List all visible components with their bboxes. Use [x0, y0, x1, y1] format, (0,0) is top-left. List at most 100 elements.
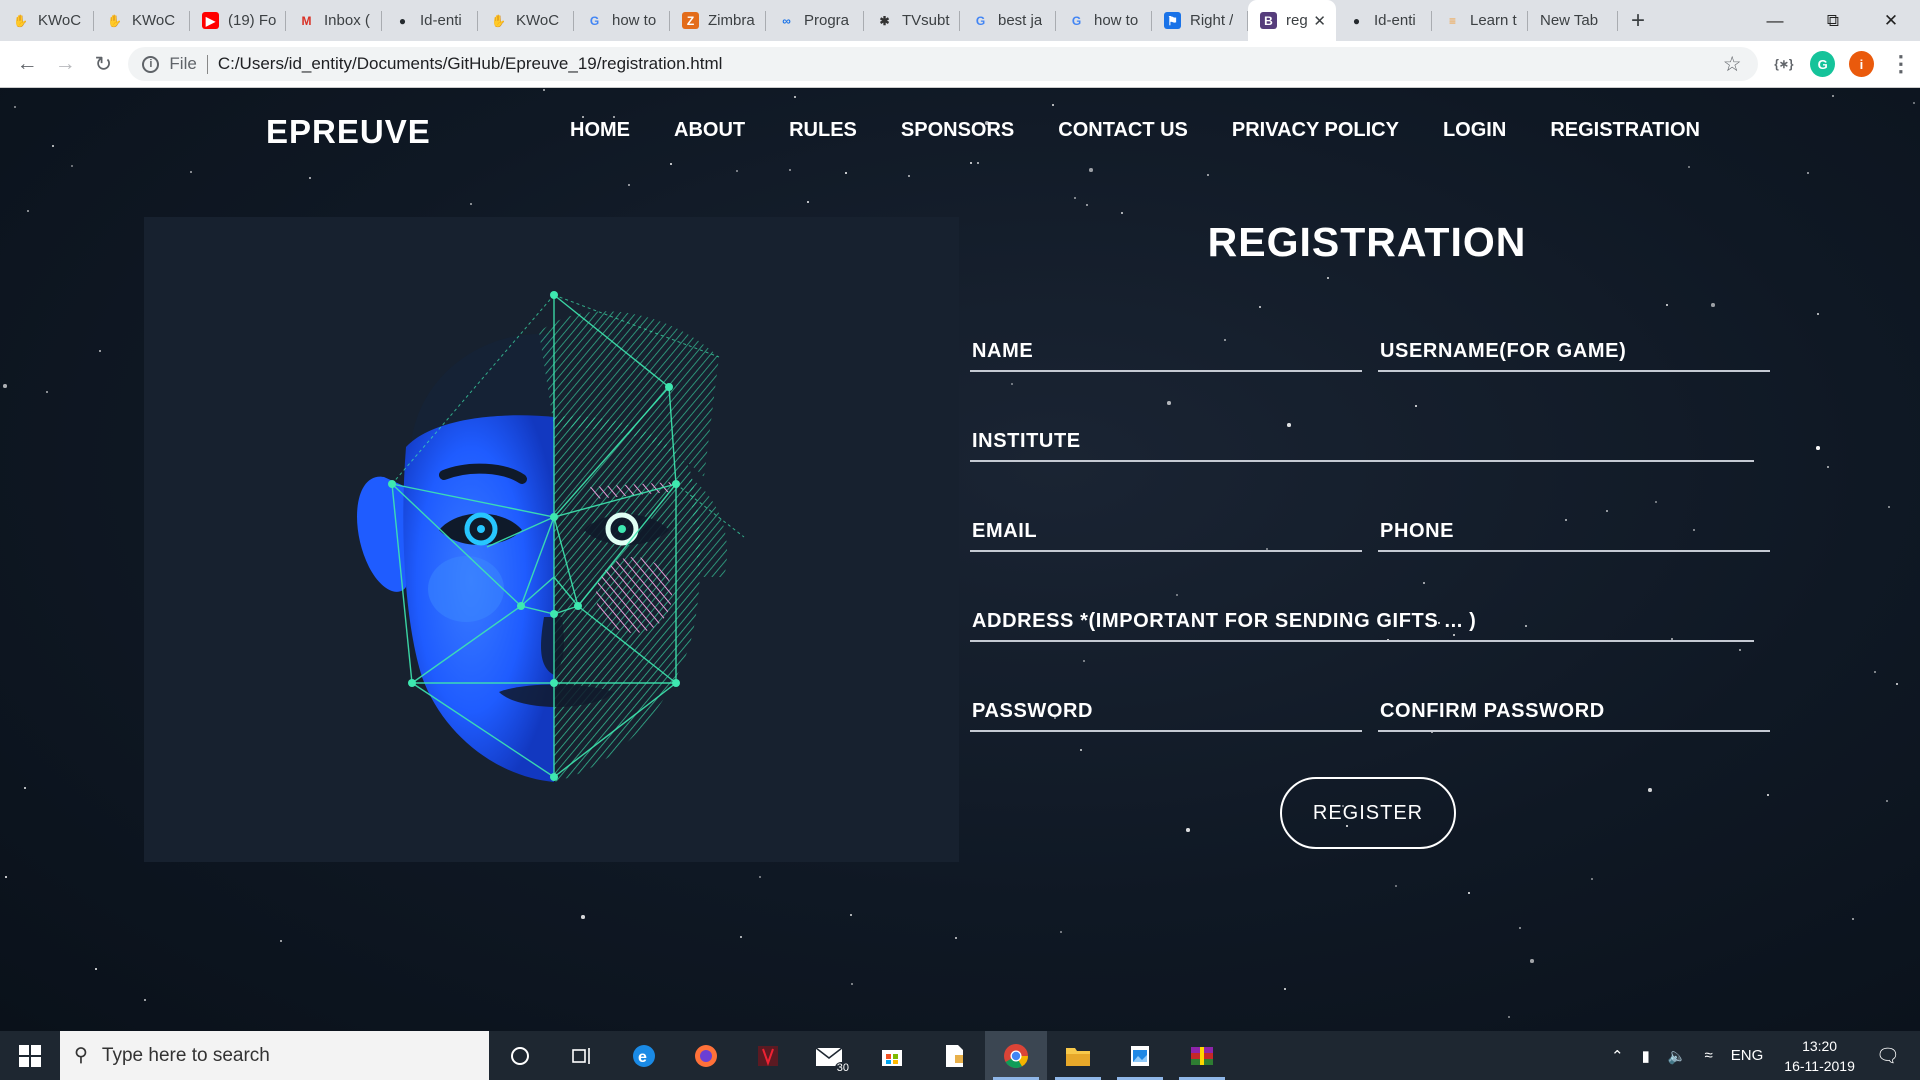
email-field[interactable]: EMAIL	[970, 520, 1362, 552]
star-dot	[1089, 168, 1093, 172]
volume-icon[interactable]: 🔈	[1668, 1047, 1687, 1065]
back-button[interactable]: ←	[8, 44, 46, 84]
bootstrap-icon: B	[1260, 12, 1277, 29]
photos-icon[interactable]	[1109, 1031, 1171, 1080]
tab-1[interactable]: ✋ KWoC	[0, 0, 94, 41]
site-logo[interactable]: EPREUVE	[266, 113, 431, 151]
star-dot	[1167, 401, 1171, 405]
tab-9[interactable]: ∞ Progra	[766, 0, 864, 41]
edge-browser-icon[interactable]: e	[613, 1031, 675, 1080]
phone-field[interactable]: PHONE	[1378, 520, 1770, 552]
url-text[interactable]: C:/Users/id_entity/Documents/GitHub/Epre…	[218, 54, 723, 74]
chrome-icon[interactable]	[985, 1031, 1047, 1080]
confirm-password-field[interactable]: CONFIRM PASSWORD	[1378, 700, 1770, 732]
predator-app-icon[interactable]	[737, 1031, 799, 1080]
star-dot	[1666, 304, 1668, 306]
star-dot	[1519, 927, 1521, 929]
institute-field[interactable]: INSTITUTE	[970, 430, 1754, 462]
start-button[interactable]	[0, 1031, 60, 1080]
battery-icon[interactable]: ▮	[1642, 1047, 1650, 1065]
cortana-icon[interactable]	[489, 1031, 551, 1080]
firefox-icon[interactable]	[675, 1031, 737, 1080]
store-icon[interactable]	[861, 1031, 923, 1080]
wifi-icon[interactable]: ≈	[1705, 1047, 1713, 1064]
nav-login[interactable]: LOGIN	[1443, 119, 1506, 142]
nav-about[interactable]: ABOUT	[674, 119, 745, 142]
clock[interactable]: 13:20 16-11-2019	[1784, 1036, 1855, 1076]
nav-sponsors[interactable]: SPONSORS	[901, 119, 1014, 142]
tab-5[interactable]: ● Id-enti	[382, 0, 478, 41]
face-recognition-illustration	[144, 217, 959, 862]
address-field[interactable]: ADDRESS *(IMPORTANT FOR SENDING GIFTS ..…	[970, 610, 1754, 642]
star-dot	[1827, 466, 1829, 468]
close-window-button[interactable]: ✕	[1862, 0, 1920, 41]
star-dot	[1259, 306, 1261, 308]
hand-icon: ✋	[13, 13, 28, 28]
tab-title: Id-enti	[420, 12, 462, 29]
forward-button[interactable]: →	[46, 44, 84, 84]
tab-15[interactable]: ● Id-enti	[1336, 0, 1432, 41]
tab-8[interactable]: Z Zimbra	[670, 0, 766, 41]
nav-registration[interactable]: REGISTRATION	[1550, 119, 1700, 142]
star-dot	[1530, 959, 1534, 963]
gmail-icon: M	[301, 13, 312, 28]
task-view-icon[interactable]	[551, 1031, 613, 1080]
grammarly-icon[interactable]: G	[1810, 51, 1836, 77]
language-indicator[interactable]: ENG	[1731, 1047, 1764, 1064]
zimbra-icon: Z	[682, 12, 699, 29]
star-dot	[27, 210, 29, 212]
star-dot	[1688, 166, 1690, 168]
tab-title: (19) Fo	[228, 12, 276, 29]
tab-4[interactable]: M Inbox (	[286, 0, 382, 41]
nav-rules[interactable]: RULES	[789, 119, 857, 142]
tab-10[interactable]: ✱ TVsubt	[864, 0, 960, 41]
tab-6[interactable]: ✋ KWoC	[478, 0, 574, 41]
tab-11[interactable]: Gbest ja	[960, 0, 1056, 41]
tab-title: best ja	[998, 12, 1043, 29]
profile-avatar-icon[interactable]: i	[1849, 51, 1874, 77]
tab-17[interactable]: New Tab	[1528, 0, 1618, 41]
file-document-icon[interactable]	[923, 1031, 985, 1080]
bookmark-star-icon[interactable]: ☆	[1723, 52, 1742, 77]
nav-contact-us[interactable]: CONTACT US	[1058, 119, 1188, 142]
nav-privacy-policy[interactable]: PRIVACY POLICY	[1232, 119, 1399, 142]
restore-button[interactable]: ⧉	[1804, 0, 1862, 41]
star-dot	[794, 96, 796, 98]
tab-7[interactable]: Ghow to	[574, 0, 670, 41]
chevron-up-icon[interactable]: ⌃	[1611, 1047, 1624, 1065]
file-explorer-icon[interactable]	[1047, 1031, 1109, 1080]
star-dot	[1327, 277, 1329, 279]
tab-12[interactable]: Ghow to	[1056, 0, 1152, 41]
star-dot	[280, 940, 282, 942]
winrar-icon[interactable]	[1171, 1031, 1233, 1080]
mail-icon[interactable]: 30	[799, 1031, 861, 1080]
close-tab-icon[interactable]: ✕	[1313, 12, 1326, 30]
nav-home[interactable]: HOME	[570, 119, 630, 142]
minimize-button[interactable]: —	[1746, 0, 1804, 41]
tab-separator	[1617, 11, 1618, 31]
star-dot	[807, 201, 809, 203]
star-dot	[3, 384, 7, 388]
site-info-icon[interactable]: i	[142, 55, 160, 73]
star-dot	[95, 968, 97, 970]
browser-menu-icon[interactable]: ⋮	[1882, 44, 1920, 84]
reload-button[interactable]: ↻	[84, 44, 122, 84]
extension-bracket-icon[interactable]: {∗}	[1771, 51, 1797, 77]
tab-3[interactable]: ▶ (19) Fo	[190, 0, 286, 41]
tab-13[interactable]: ⚑ Right /	[1152, 0, 1248, 41]
new-tab-button[interactable]: +	[1618, 0, 1658, 41]
register-button[interactable]: REGISTER	[1280, 777, 1456, 849]
username-field[interactable]: USERNAME(FOR GAME)	[1378, 340, 1770, 372]
star-dot	[1767, 794, 1769, 796]
tab-16[interactable]: ≡ Learn t	[1432, 0, 1528, 41]
name-field[interactable]: NAME	[970, 340, 1362, 372]
star-dot	[1060, 931, 1062, 933]
taskbar-search-box[interactable]: ⚲ Type here to search	[60, 1031, 489, 1080]
learn-icon: ≡	[1448, 13, 1456, 28]
tab-2[interactable]: ✋ KWoC	[94, 0, 190, 41]
star-dot	[1508, 1016, 1510, 1018]
password-field[interactable]: PASSWORD	[970, 700, 1362, 732]
notifications-icon[interactable]: 🗨	[1876, 1044, 1900, 1068]
tab-14[interactable]: Breg ✕	[1248, 0, 1336, 41]
omnibox[interactable]: i File C:/Users/id_entity/Documents/GitH…	[128, 47, 1758, 81]
